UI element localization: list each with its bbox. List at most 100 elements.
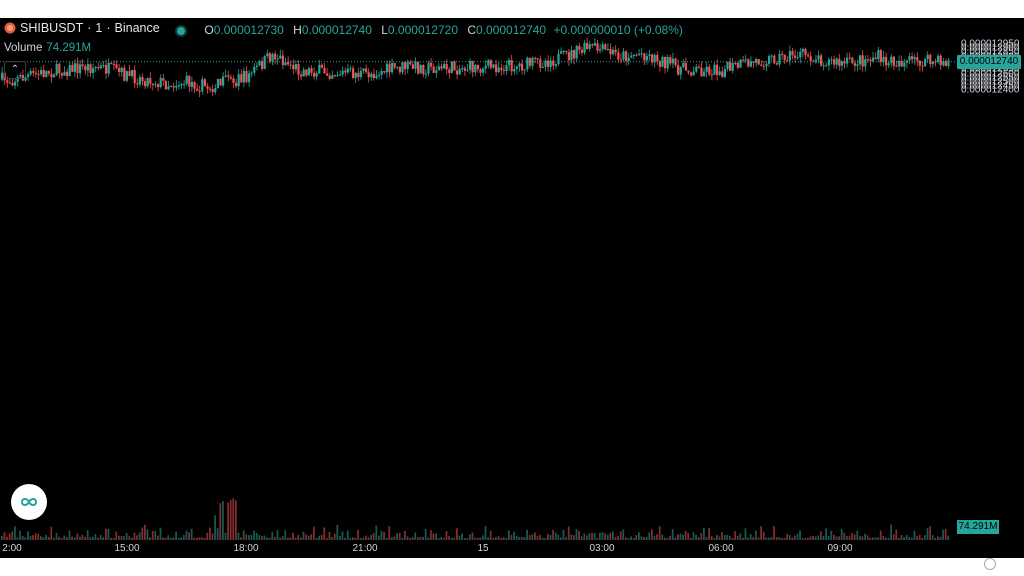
candle[interactable] bbox=[619, 59, 622, 61]
candle[interactable] bbox=[396, 66, 399, 68]
candle[interactable] bbox=[391, 63, 394, 73]
candle[interactable] bbox=[138, 77, 141, 85]
candle[interactable] bbox=[133, 69, 136, 84]
candle[interactable] bbox=[175, 85, 178, 88]
candle[interactable] bbox=[518, 63, 521, 67]
candle[interactable] bbox=[11, 83, 14, 86]
candle[interactable] bbox=[287, 62, 290, 65]
candle[interactable] bbox=[827, 59, 830, 66]
candle[interactable] bbox=[45, 71, 48, 78]
candle[interactable] bbox=[838, 58, 841, 66]
candle[interactable] bbox=[508, 60, 511, 66]
candle[interactable] bbox=[300, 74, 303, 77]
candle[interactable] bbox=[684, 62, 687, 71]
candle[interactable] bbox=[313, 72, 316, 77]
candle[interactable] bbox=[94, 66, 97, 69]
candle[interactable] bbox=[726, 61, 729, 70]
candle[interactable] bbox=[323, 67, 326, 74]
candle[interactable] bbox=[227, 75, 230, 78]
candle[interactable] bbox=[586, 42, 589, 49]
candle[interactable] bbox=[198, 90, 201, 92]
candle[interactable] bbox=[305, 69, 308, 76]
candle[interactable] bbox=[419, 65, 422, 74]
candle[interactable] bbox=[515, 66, 518, 70]
volume-legend[interactable]: Volume 74.291M bbox=[4, 42, 91, 54]
candle[interactable] bbox=[744, 59, 747, 61]
candle[interactable] bbox=[375, 75, 378, 79]
candle[interactable] bbox=[606, 48, 609, 50]
candle[interactable] bbox=[315, 73, 318, 77]
candle[interactable] bbox=[859, 55, 862, 65]
candle[interactable] bbox=[352, 68, 355, 79]
candle[interactable] bbox=[328, 75, 331, 79]
candle[interactable] bbox=[157, 84, 160, 88]
candle[interactable] bbox=[214, 88, 217, 93]
candle[interactable] bbox=[159, 77, 162, 88]
candle[interactable] bbox=[58, 63, 61, 74]
candle[interactable] bbox=[55, 63, 58, 75]
candle[interactable] bbox=[341, 70, 344, 75]
candle[interactable] bbox=[211, 89, 214, 93]
candle[interactable] bbox=[492, 64, 495, 68]
candle[interactable] bbox=[180, 84, 183, 86]
candle[interactable] bbox=[209, 88, 212, 90]
candle[interactable] bbox=[40, 69, 43, 75]
candle[interactable] bbox=[84, 66, 87, 71]
candle[interactable] bbox=[471, 60, 474, 73]
candle[interactable] bbox=[851, 57, 854, 64]
candle[interactable] bbox=[86, 64, 89, 71]
candle[interactable] bbox=[487, 60, 490, 66]
candle[interactable] bbox=[188, 75, 191, 87]
candle[interactable] bbox=[588, 44, 591, 49]
collapse-legend-button[interactable]: ⌃ bbox=[4, 61, 26, 79]
candle[interactable] bbox=[222, 76, 225, 86]
candle[interactable] bbox=[617, 52, 620, 60]
candle[interactable] bbox=[307, 68, 310, 76]
candle[interactable] bbox=[937, 55, 940, 62]
candle[interactable] bbox=[580, 49, 583, 53]
candle[interactable] bbox=[809, 56, 812, 62]
candle[interactable] bbox=[6, 80, 9, 83]
candle[interactable] bbox=[539, 59, 542, 68]
candle[interactable] bbox=[625, 51, 628, 61]
candle[interactable] bbox=[645, 55, 648, 61]
candle[interactable] bbox=[385, 63, 388, 73]
candle[interactable] bbox=[591, 44, 594, 46]
candle[interactable] bbox=[601, 44, 604, 50]
candle[interactable] bbox=[713, 64, 716, 75]
candle[interactable] bbox=[739, 59, 742, 68]
candle[interactable] bbox=[643, 53, 646, 61]
candle[interactable] bbox=[326, 73, 329, 76]
candle[interactable] bbox=[567, 52, 570, 61]
candle[interactable] bbox=[768, 56, 771, 64]
candle[interactable] bbox=[521, 63, 524, 71]
candle[interactable] bbox=[573, 50, 576, 59]
candle[interactable] bbox=[266, 53, 269, 57]
candle[interactable] bbox=[716, 64, 719, 75]
candle[interactable] bbox=[461, 68, 464, 70]
candle[interactable] bbox=[947, 60, 950, 67]
candle[interactable] bbox=[495, 64, 498, 73]
candle[interactable] bbox=[939, 55, 942, 66]
candle[interactable] bbox=[705, 66, 708, 72]
candle[interactable] bbox=[916, 57, 919, 61]
candle[interactable] bbox=[297, 64, 300, 75]
candle[interactable] bbox=[734, 62, 737, 64]
candle[interactable] bbox=[742, 59, 745, 61]
candle[interactable] bbox=[458, 68, 461, 75]
candle[interactable] bbox=[115, 64, 118, 69]
gear-icon[interactable] bbox=[984, 558, 996, 570]
candle[interactable] bbox=[885, 56, 888, 66]
candle[interactable] bbox=[125, 71, 128, 81]
candle[interactable] bbox=[677, 65, 680, 75]
candle[interactable] bbox=[99, 65, 102, 69]
candle[interactable] bbox=[284, 62, 287, 66]
candle[interactable] bbox=[346, 68, 349, 73]
candle[interactable] bbox=[151, 83, 154, 86]
candle[interactable] bbox=[32, 71, 35, 73]
candle[interactable] bbox=[820, 55, 823, 66]
candle[interactable] bbox=[500, 67, 503, 70]
candle[interactable] bbox=[583, 42, 586, 53]
candle[interactable] bbox=[193, 82, 196, 89]
candle[interactable] bbox=[695, 66, 698, 72]
